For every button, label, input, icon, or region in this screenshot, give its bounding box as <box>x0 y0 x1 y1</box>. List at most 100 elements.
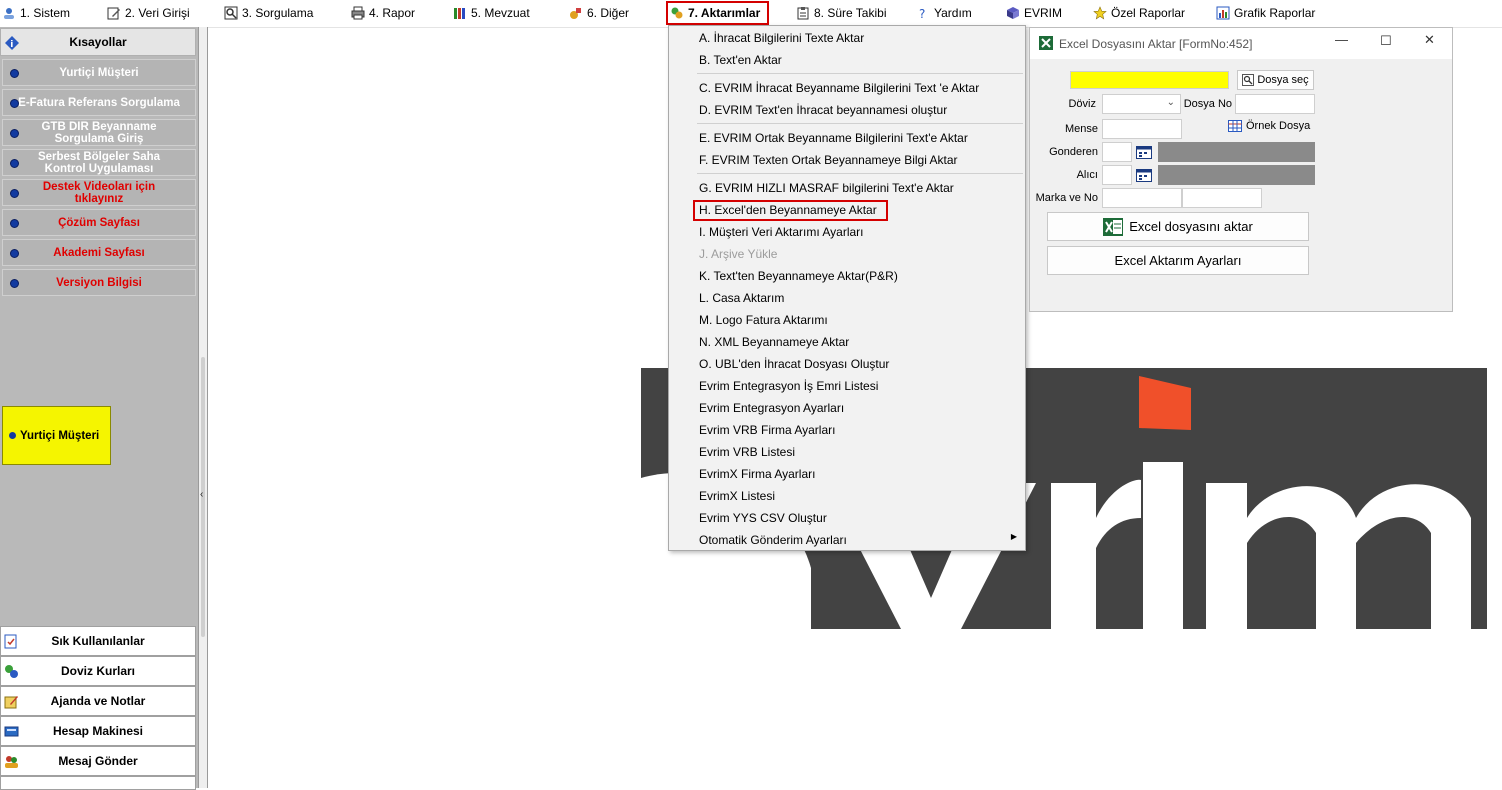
excel-import-dialog: Excel Dosyasını Aktar [FormNo:452] — ☐ ✕… <box>1029 27 1453 312</box>
alici-name-display <box>1158 165 1315 185</box>
shortcut-destek-videolari[interactable]: Destek Videoları için tıklayınız <box>2 179 196 206</box>
menu-aktarimlar[interactable]: 7. Aktarımlar <box>666 1 769 25</box>
menu-veri-girisi[interactable]: 2. Veri Girişi <box>107 0 190 26</box>
menu-item-label: EvrimX Listesi <box>699 489 776 503</box>
marka-no-input[interactable] <box>1182 188 1262 208</box>
excel-import-button[interactable]: Excel dosyasını aktar <box>1047 212 1309 241</box>
menu-sure-takibi[interactable]: 8. Süre Takibi <box>796 0 887 26</box>
sik-kullanilanlar-button[interactable]: Sık Kullanılanlar <box>0 626 196 656</box>
shortcut-label: Versiyon Bilgisi <box>56 276 142 289</box>
mesaj-gonder-button[interactable]: Mesaj Gönder <box>0 746 196 776</box>
chevron-down-icon: ⌄ <box>1166 97 1175 108</box>
menu-item-entegrasyon-ayarlari[interactable]: Evrim Entegrasyon Ayarları <box>699 397 844 419</box>
doviz-select[interactable]: ⌄ <box>1102 94 1181 114</box>
browse-file-label: Dosya seç <box>1257 74 1309 86</box>
menu-item-label: C. EVRIM İhracat Beyanname Bilgilerini T… <box>699 81 980 95</box>
menu-item-label: M. Logo Fatura Aktarımı <box>699 313 828 327</box>
menu-separator <box>697 73 1023 74</box>
shortcut-gtb-dir[interactable]: GTB DIR Beyanname Sorgulama Giriş <box>2 119 196 146</box>
dialog-titlebar[interactable]: Excel Dosyasını Aktar [FormNo:452] — ☐ ✕ <box>1030 28 1452 59</box>
menu-item-label: E. EVRIM Ortak Beyanname Bilgilerini Tex… <box>699 131 968 145</box>
edit-icon <box>107 7 120 20</box>
books-icon <box>454 8 465 19</box>
browse-file-button[interactable]: Dosya seç <box>1237 70 1314 90</box>
dosya-no-label: Dosya No <box>1183 98 1232 110</box>
printer-icon <box>351 6 365 20</box>
tools-icon <box>570 8 581 19</box>
mense-label: Mense <box>1064 123 1098 135</box>
shortcuts-panel: i Kısayollar Yurtiçi Müşteri E-Fatura Re… <box>0 27 198 790</box>
menu-item-vrb-firma-ayarlari[interactable]: Evrim VRB Firma Ayarları <box>699 419 835 441</box>
menu-rapor[interactable]: 4. Rapor <box>351 0 415 26</box>
menu-item-label: EvrimX Firma Ayarları <box>699 467 816 481</box>
menu-item-evrim-ortak-text-aktar[interactable]: E. EVRIM Ortak Beyanname Bilgilerini Tex… <box>699 127 968 149</box>
dosya-no-input[interactable] <box>1235 94 1315 114</box>
minimize-icon[interactable]: — <box>1335 32 1348 47</box>
menu-item-ihracat-texte-aktar[interactable]: A. İhracat Bilgilerini Texte Aktar <box>699 27 864 49</box>
menu-item-evrim-ihracat-text-aktar[interactable]: C. EVRIM İhracat Beyanname Bilgilerini T… <box>699 77 979 99</box>
excel-import-settings-button[interactable]: Excel Aktarım Ayarları <box>1047 246 1309 275</box>
shortcuts-header[interactable]: i Kısayollar <box>0 28 196 56</box>
shortcut-serbest-bolgeler[interactable]: Serbest Bölgeler Saha Kontrol Uygulaması <box>2 149 196 176</box>
menu-item-otomatik-gonderim[interactable]: Otomatik Gönderim Ayarları <box>699 529 847 551</box>
hesap-makinesi-label: Hesap Makinesi <box>52 724 144 738</box>
menu-item-label: Evrim VRB Listesi <box>699 445 796 459</box>
magnifier-icon <box>1242 74 1255 86</box>
shortcut-akademi-sayfasi[interactable]: Akademi Sayfası <box>2 239 196 266</box>
menu-item-evrimx-listesi[interactable]: EvrimX Listesi <box>699 485 775 507</box>
excel-import-settings-label: Excel Aktarım Ayarları <box>1114 253 1242 268</box>
shortcut-e-fatura[interactable]: E-Fatura Referans Sorgulama <box>2 89 196 116</box>
menu-item-textten-beyannameye-pr[interactable]: K. Text'ten Beyannameye Aktar(P&R) <box>699 265 898 287</box>
info-diamond-icon: i <box>5 36 19 50</box>
panel-splitter[interactable]: ‹ <box>198 27 208 788</box>
menu-item-evrim-texten-ortak[interactable]: F. EVRIM Texten Ortak Beyannameye Bilgi … <box>699 149 958 171</box>
menu-item-label: Evrim Entegrasyon İş Emri Listesi <box>699 379 879 393</box>
shortcut-versiyon-bilgisi[interactable]: Versiyon Bilgisi <box>2 269 196 296</box>
menu-item-evrimx-firma-ayarlari[interactable]: EvrimX Firma Ayarları <box>699 463 815 485</box>
ornek-dosya-link[interactable]: Örnek Dosya <box>1228 120 1310 132</box>
menu-item-evrim-hizli-masraf[interactable]: G. EVRIM HIZLI MASRAF bilgilerini Text'e… <box>699 177 954 199</box>
menu-item-musteri-veri-aktarimi[interactable]: I. Müşteri Veri Aktarımı Ayarları <box>699 221 864 243</box>
menu-item-vrb-listesi[interactable]: Evrim VRB Listesi <box>699 441 795 463</box>
collapse-arrow-icon[interactable]: ‹ <box>200 489 203 500</box>
menu-item-entegrasyon-is-emri[interactable]: Evrim Entegrasyon İş Emri Listesi <box>699 375 878 397</box>
menu-item-evrim-texten-ihracat[interactable]: D. EVRIM Text'en İhracat beyannamesi olu… <box>699 99 947 121</box>
shortcut-cozum-sayfasi[interactable]: Çözüm Sayfası <box>2 209 196 236</box>
menu-grafik-raporlar[interactable]: Grafik Raporlar <box>1216 0 1315 26</box>
shortcut-label: Destek Videoları için tıklayınız <box>42 180 156 205</box>
menu-item-casa-aktarim[interactable]: L. Casa Aktarım <box>699 287 784 309</box>
marka-input[interactable] <box>1102 188 1182 208</box>
menu-evrim[interactable]: EVRIM <box>1006 0 1062 26</box>
menu-item-xml-beyannameye[interactable]: N. XML Beyannameye Aktar <box>699 331 849 353</box>
menu-sorgulama[interactable]: 3. Sorgulama <box>224 0 313 26</box>
menu-item-texten-aktar[interactable]: B. Text'en Aktar <box>699 49 782 71</box>
calendar-lookup-icon[interactable] <box>1136 168 1152 182</box>
bullet-icon <box>10 219 19 228</box>
file-path-input[interactable] <box>1070 71 1229 89</box>
hesap-makinesi-button[interactable]: Hesap Makinesi <box>0 716 196 746</box>
menu-mevzuat[interactable]: 5. Mevzuat <box>453 0 530 26</box>
shortcut-label: GTB DIR Beyanname Sorgulama Giriş <box>41 120 157 145</box>
menu-item-ubl-ihracat[interactable]: O. UBL'den İhracat Dosyası Oluştur <box>699 353 889 375</box>
calendar-lookup-icon[interactable] <box>1136 145 1152 159</box>
ajanda-ve-notlar-button[interactable]: Ajanda ve Notlar <box>0 686 196 716</box>
close-icon[interactable]: ✕ <box>1424 32 1435 48</box>
menu-item-yys-csv[interactable]: Evrim YYS CSV Oluştur <box>699 507 827 529</box>
selected-shortcut-yurtici-musteri[interactable]: Yurtiçi Müşteri <box>2 406 111 465</box>
menu-item-logo-fatura[interactable]: M. Logo Fatura Aktarımı <box>699 309 828 331</box>
svg-text:?: ? <box>919 7 925 20</box>
menu-ozel-raporlar[interactable]: Özel Raporlar <box>1093 0 1185 26</box>
highlight-box <box>693 200 888 221</box>
menu-sistem[interactable]: 1. Sistem <box>2 0 70 26</box>
menu-item-label: B. Text'en Aktar <box>699 53 782 67</box>
mense-input[interactable] <box>1102 119 1182 139</box>
alici-code-input[interactable] <box>1102 165 1132 185</box>
menu-rapor-label: 4. Rapor <box>369 6 416 20</box>
shortcut-yurtici-musteri[interactable]: Yurtiçi Müşteri <box>2 59 196 86</box>
doviz-kurlari-button[interactable]: Doviz Kurları <box>0 656 196 686</box>
menu-diger[interactable]: 6. Diğer <box>569 0 629 26</box>
gonderen-code-input[interactable] <box>1102 142 1132 162</box>
users-message-icon <box>5 756 18 768</box>
maximize-icon[interactable]: ☐ <box>1380 33 1392 49</box>
menu-yardim[interactable]: ? Yardım <box>916 0 972 26</box>
